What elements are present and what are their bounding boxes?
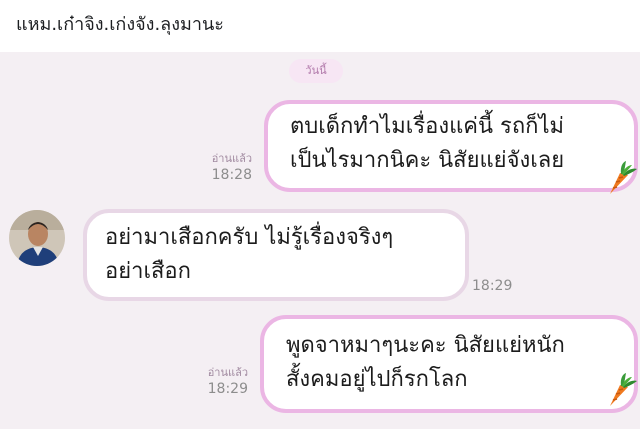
chat-screen: แหม.เก๋าจิง.เก่งจัง.ลุงมานะ วันนี้ อ่านแ… bbox=[0, 0, 640, 429]
message-line: พูดจาหมาๆนะคะ นิสัยแย่หนัก bbox=[286, 333, 565, 358]
chat-title: แหม.เก๋าจิง.เก่งจัง.ลุงมานะ bbox=[16, 14, 224, 35]
message-meta: อ่านแล้ว 18:28 bbox=[190, 152, 252, 184]
message-meta: อ่านแล้ว 18:29 bbox=[186, 366, 248, 398]
read-receipt: อ่านแล้ว bbox=[211, 152, 252, 165]
date-divider: วันนี้ bbox=[289, 59, 343, 83]
message-line: อย่าเสือก bbox=[105, 259, 191, 284]
incoming-message-bubble[interactable]: อย่ามาเสือกครับ ไม่รู้เรื่องจริงๆ อย่าเส… bbox=[83, 209, 469, 301]
avatar-photo bbox=[9, 210, 65, 266]
outgoing-message-bubble[interactable]: ตบเด็กทำไมเรื่องแค่นี้ รถก็ไม่ เป็นไรมาก… bbox=[264, 100, 638, 192]
message-line: ตบเด็กทำไมเรื่องแค่นี้ รถก็ไม่ bbox=[290, 114, 565, 139]
outgoing-message-bubble[interactable]: พูดจาหมาๆนะคะ นิสัยแย่หนัก สั้งคมอยู่ไปก… bbox=[260, 315, 638, 413]
carrot-icon bbox=[610, 373, 637, 406]
message-line: สั้งคมอยู่ไปก็รกโลก bbox=[286, 367, 468, 392]
chat-header: แหม.เก๋าจิง.เก่งจัง.ลุงมานะ bbox=[0, 0, 640, 52]
message-line: อย่ามาเสือกครับ ไม่รู้เรื่องจริงๆ bbox=[105, 225, 394, 250]
avatar[interactable] bbox=[9, 210, 65, 266]
message-line: เป็นไรมากนิคะ นิสัยแย่จังเลย bbox=[290, 148, 565, 173]
message-time: 18:28 bbox=[211, 167, 252, 183]
read-receipt: อ่านแล้ว bbox=[207, 366, 248, 379]
carrot-icon bbox=[610, 161, 637, 194]
message-time: 18:29 bbox=[472, 278, 513, 294]
message-time: 18:29 bbox=[207, 381, 248, 397]
